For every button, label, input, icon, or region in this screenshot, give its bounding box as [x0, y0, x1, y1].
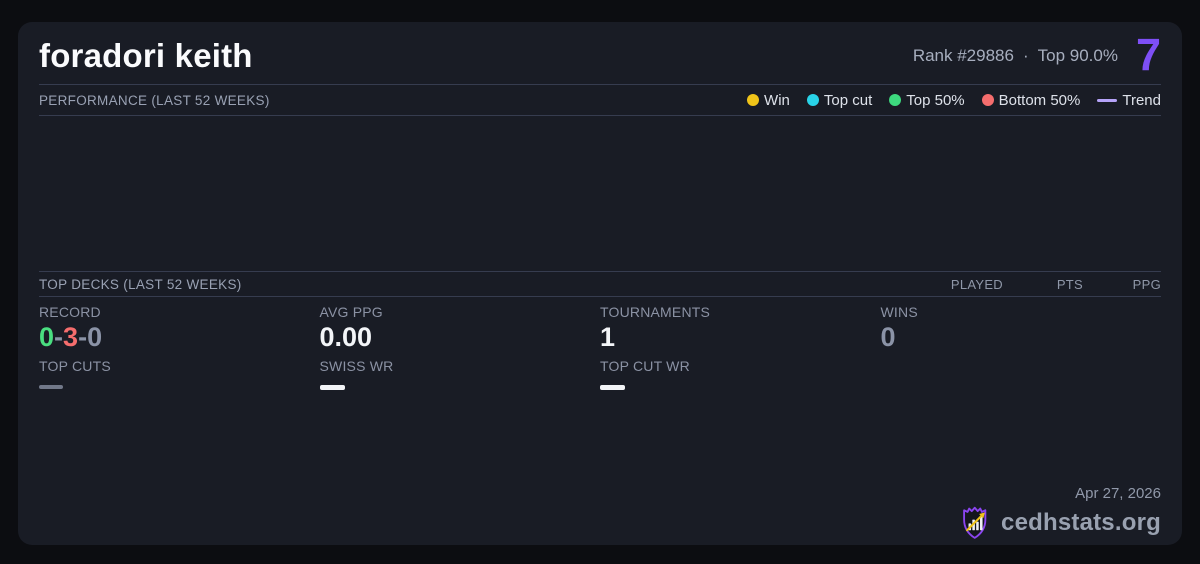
- record-value: 0-3-0: [39, 322, 320, 353]
- brand-row: cedhstats.org: [959, 505, 1161, 541]
- legend-label: Top cut: [824, 92, 872, 109]
- chart-legend: Win Top cut Top 50% Bottom 50% Trend: [747, 92, 1161, 109]
- legend-item-bottom-50: Bottom 50%: [982, 92, 1081, 109]
- record-losses: 3: [63, 322, 78, 352]
- swiss-wr-label: SWISS WR: [320, 358, 601, 374]
- score-value: 7: [1136, 32, 1161, 77]
- top-cuts-placeholder-dash: [39, 385, 63, 389]
- stat-cell-tournaments: TOURNAMENTS 1 TOP CUT WR: [600, 304, 881, 545]
- top-cut-wr-placeholder-dash: [600, 385, 625, 390]
- wins-value: 0: [881, 322, 1162, 353]
- rank-line: Rank #29886 · Top 90.0%: [913, 46, 1118, 66]
- legend-label: Bottom 50%: [999, 92, 1081, 109]
- top-cuts-label: TOP CUTS: [39, 358, 320, 374]
- win-dot-icon: [747, 94, 759, 106]
- tournaments-label: TOURNAMENTS: [600, 304, 881, 320]
- column-header-ppg: PPG: [1083, 277, 1161, 292]
- performance-chart-area: [39, 116, 1161, 271]
- legend-label: Win: [764, 92, 790, 109]
- record-wins: 0: [39, 322, 54, 352]
- player-name: foradori keith: [39, 37, 253, 75]
- tournaments-value: 1: [600, 322, 881, 353]
- column-header-pts: PTS: [1003, 277, 1083, 292]
- performance-header-row: PERFORMANCE (LAST 52 WEEKS) Win Top cut …: [39, 85, 1161, 115]
- record-separator: -: [78, 322, 87, 352]
- top-50-dot-icon: [889, 94, 901, 106]
- top-decks-header-row: TOP DECKS (LAST 52 WEEKS) PLAYED PTS PPG: [39, 272, 1161, 296]
- record-separator: -: [54, 322, 63, 352]
- column-header-played: PLAYED: [923, 277, 1003, 292]
- stat-cell-record: RECORD 0-3-0 TOP CUTS: [39, 304, 320, 545]
- stat-cell-avg-ppg: AVG PPG 0.00 SWISS WR: [320, 304, 601, 545]
- player-stats-card: foradori keith Rank #29886 · Top 90.0% 7…: [18, 22, 1182, 545]
- rank-text: Rank #29886: [913, 46, 1014, 66]
- header-rank-group: Rank #29886 · Top 90.0% 7: [913, 36, 1161, 77]
- card-header: foradori keith Rank #29886 · Top 90.0% 7: [39, 22, 1161, 84]
- brand-name: cedhstats.org: [1001, 509, 1161, 537]
- legend-item-win: Win: [747, 92, 790, 109]
- avg-ppg-value: 0.00: [320, 322, 601, 353]
- top-cut-dot-icon: [807, 94, 819, 106]
- top-percent-text: Top 90.0%: [1038, 46, 1118, 66]
- legend-item-trend: Trend: [1097, 92, 1161, 109]
- record-label: RECORD: [39, 304, 320, 320]
- cedhstats-logo-icon: [959, 505, 993, 541]
- top-decks-title: TOP DECKS (LAST 52 WEEKS): [39, 277, 242, 292]
- avg-ppg-label: AVG PPG: [320, 304, 601, 320]
- trend-line-icon: [1097, 99, 1117, 102]
- stats-section: RECORD 0-3-0 TOP CUTS AVG PPG 0.00 SWISS…: [39, 297, 1161, 545]
- footer-date: Apr 27, 2026: [959, 485, 1161, 502]
- card-footer: Apr 27, 2026 cedhstats.org: [959, 485, 1161, 541]
- top-decks-columns: PLAYED PTS PPG: [923, 277, 1161, 292]
- legend-label: Trend: [1122, 92, 1161, 109]
- rank-separator-dot: ·: [1023, 46, 1029, 66]
- performance-title: PERFORMANCE (LAST 52 WEEKS): [39, 93, 270, 108]
- bottom-50-dot-icon: [982, 94, 994, 106]
- page-background: { "header": { "player_name": "foradori k…: [0, 0, 1200, 564]
- swiss-wr-placeholder-dash: [320, 385, 345, 390]
- legend-label: Top 50%: [906, 92, 964, 109]
- top-cut-wr-label: TOP CUT WR: [600, 358, 881, 374]
- legend-item-top-50: Top 50%: [889, 92, 964, 109]
- record-draws: 0: [87, 322, 102, 352]
- legend-item-top-cut: Top cut: [807, 92, 872, 109]
- wins-label: WINS: [881, 304, 1162, 320]
